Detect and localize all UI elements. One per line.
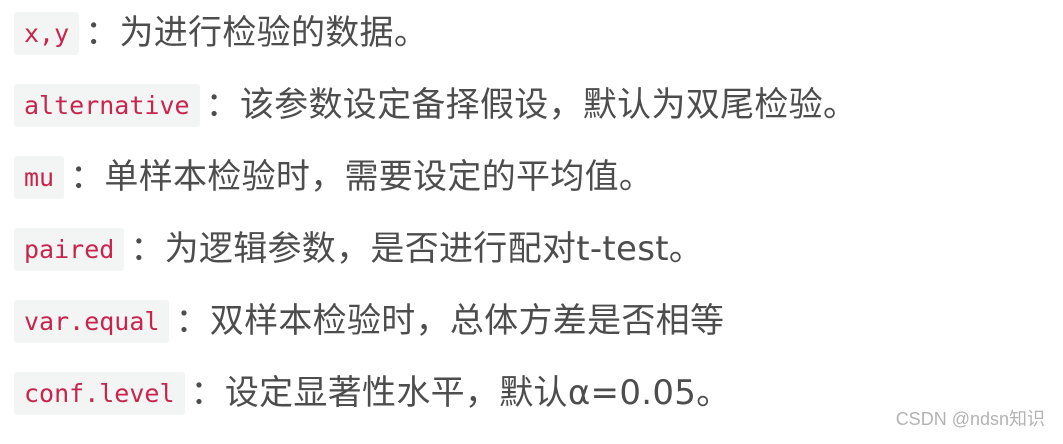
csdn-watermark: CSDN @ndsn知识 xyxy=(895,409,1045,429)
param-row-xy: x,y ：为进行检验的数据。 xyxy=(14,12,1043,84)
param-description-paired: ：为逻辑参数，是否进行配对t-test。 xyxy=(130,229,704,269)
param-row-alternative: alternative ：该参数设定备择假设，默认为双尾检验。 xyxy=(14,84,1043,156)
param-name-var-equal: var.equal xyxy=(14,300,170,343)
param-row-conf-level: conf.level ：设定显著性水平，默认α=0.05。 xyxy=(14,372,1043,444)
param-description-conf-level: ：设定显著性水平，默认α=0.05。 xyxy=(190,373,731,413)
param-row-var-equal: var.equal ：双样本检验时，总体方差是否相等 xyxy=(14,300,1043,372)
param-name-paired: paired xyxy=(14,228,125,271)
parameter-list: x,y ：为进行检验的数据。 alternative ：该参数设定备择假设，默认为双… xyxy=(14,12,1043,444)
param-name-mu: mu xyxy=(14,156,65,199)
param-row-paired: paired ：为逻辑参数，是否进行配对t-test。 xyxy=(14,228,1043,300)
param-name-xy: x,y xyxy=(14,12,80,55)
param-description-alternative: ：该参数设定备择假设，默认为双尾检验。 xyxy=(205,85,858,125)
param-description-mu: ：单样本检验时，需要设定的平均值。 xyxy=(70,157,654,197)
param-name-alternative: alternative xyxy=(14,84,200,127)
param-name-conf-level: conf.level xyxy=(14,372,185,415)
param-description-xy: ：为进行检验的数据。 xyxy=(85,13,429,53)
param-row-mu: mu ：单样本检验时，需要设定的平均值。 xyxy=(14,156,1043,228)
param-description-var-equal: ：双样本检验时，总体方差是否相等 xyxy=(175,301,725,341)
